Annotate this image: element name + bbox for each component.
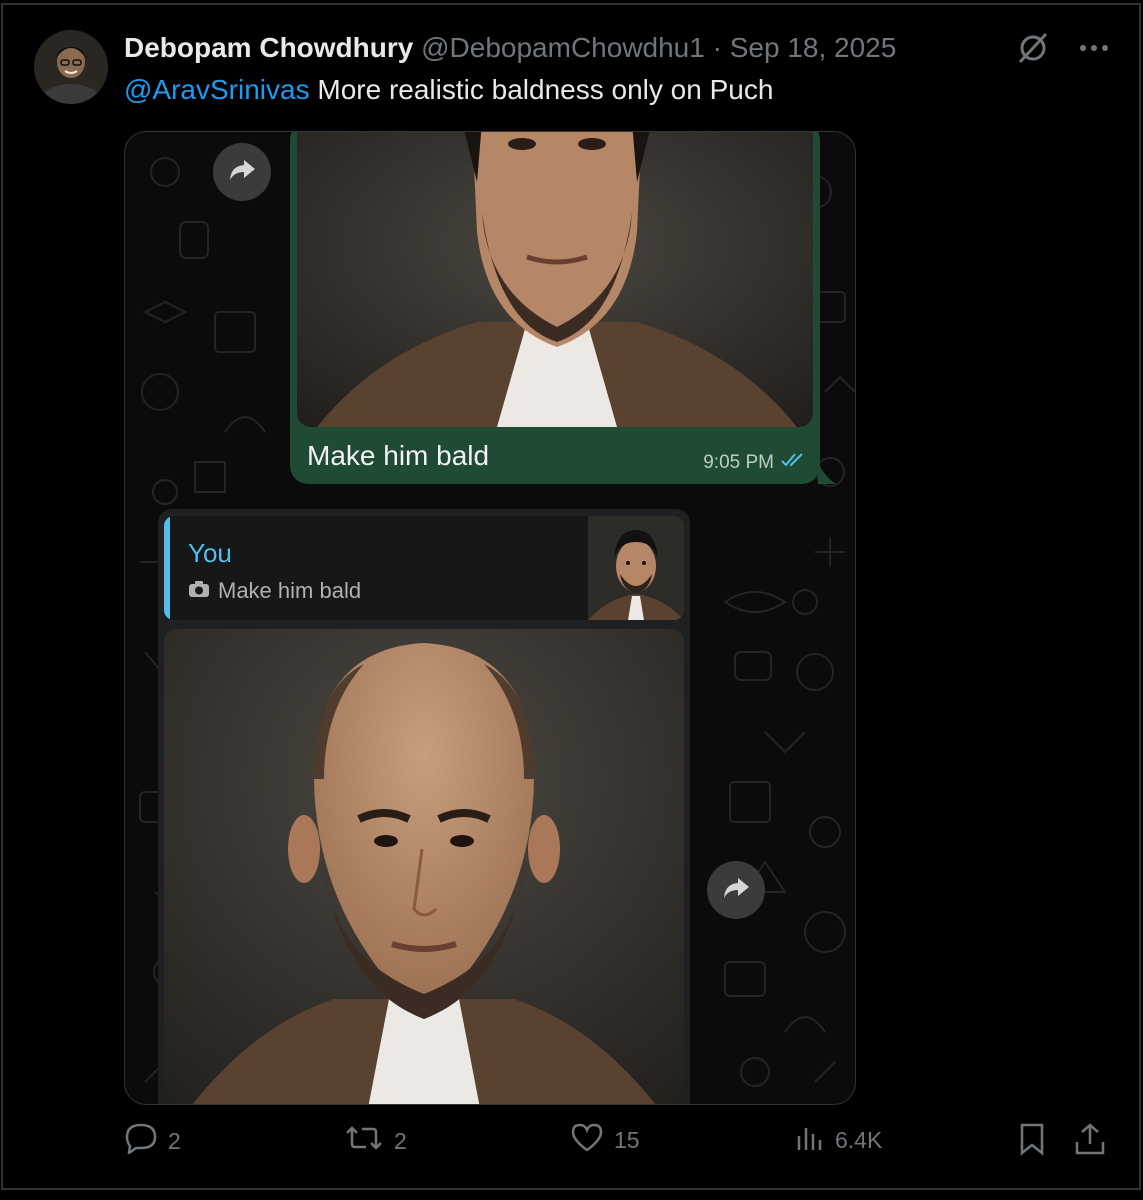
repost-icon: [344, 1122, 384, 1160]
quoted-reply[interactable]: You Make him bald: [164, 516, 684, 620]
reply-count: 2: [168, 1127, 181, 1154]
forward-icon: [228, 158, 256, 187]
forward-button-2[interactable]: [707, 861, 765, 919]
received-message-bubble[interactable]: You Make him bald: [158, 509, 690, 1104]
header-separator: ·: [712, 32, 722, 63]
sent-message-bubble[interactable]: Make him bald 9:05 PM: [290, 132, 820, 484]
message-time-text: 9:05 PM: [703, 452, 774, 473]
views-button[interactable]: 6.4K: [795, 1122, 882, 1158]
message-time: 9:05 PM: [703, 452, 806, 474]
sent-photo[interactable]: [297, 132, 813, 427]
reply-preview: Make him bald: [188, 578, 361, 604]
reply-thumbnail: [588, 516, 684, 620]
more-icon[interactable]: [1079, 44, 1109, 52]
bookmark-button[interactable]: [1017, 1122, 1047, 1162]
post-date[interactable]: Sep 18, 2025: [730, 32, 897, 63]
grok-icon[interactable]: [1015, 30, 1051, 66]
double-check-icon: [780, 452, 806, 474]
like-icon: [570, 1122, 604, 1158]
reply-accent-bar: [164, 516, 170, 620]
mention-link[interactable]: @AravSrinivas: [124, 74, 310, 105]
author-handle[interactable]: @DebopamChowdhu1: [421, 32, 705, 63]
repost-button[interactable]: 2: [344, 1122, 407, 1160]
reply-author: You: [188, 538, 232, 568]
bubble-tail: [818, 462, 836, 484]
tweet-header: Debopam Chowdhury @DebopamChowdhu1 · Sep…: [124, 32, 896, 64]
forward-button[interactable]: [213, 143, 271, 201]
like-button[interactable]: 15: [570, 1122, 640, 1158]
camera-icon: [188, 578, 210, 604]
received-photo[interactable]: [164, 629, 684, 1104]
avatar[interactable]: [34, 30, 108, 104]
sent-caption: Make him bald: [307, 440, 490, 471]
reply-preview-text: Make him bald: [218, 578, 362, 603]
header-actions: [1015, 30, 1109, 66]
tweet-body: More realistic baldness only on Puch: [309, 74, 774, 105]
views-icon: [795, 1122, 825, 1158]
repost-count: 2: [394, 1127, 407, 1154]
share-icon: [1074, 1122, 1106, 1162]
reply-icon: [124, 1122, 158, 1160]
forward-icon: [722, 876, 750, 905]
tweet-actions: 2 2 15 6.4K: [124, 1122, 1109, 1170]
author-name[interactable]: Debopam Chowdhury: [124, 32, 413, 63]
bookmark-icon: [1017, 1122, 1047, 1162]
reply-button[interactable]: 2: [124, 1122, 181, 1160]
share-button[interactable]: [1074, 1122, 1106, 1162]
views-count: 6.4K: [835, 1126, 883, 1153]
media-attachment[interactable]: Make him bald 9:05 PM You Make him bald: [124, 131, 856, 1105]
tweet-text: @AravSrinivas More realistic baldness on…: [124, 74, 773, 106]
like-count: 15: [614, 1126, 640, 1153]
